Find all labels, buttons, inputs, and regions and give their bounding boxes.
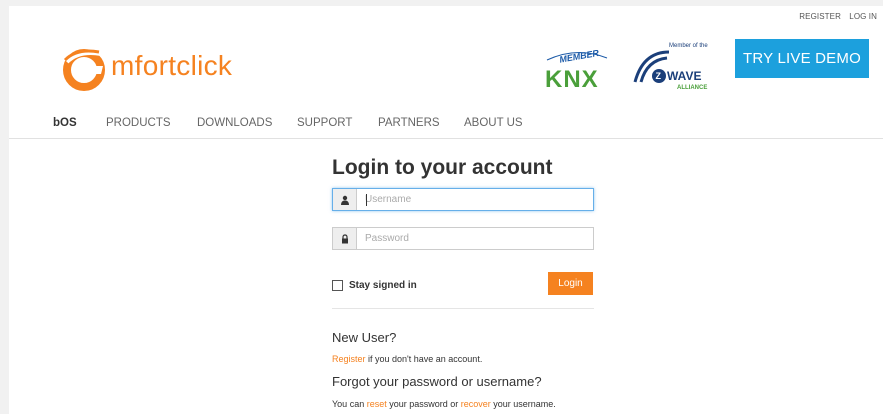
register-suffix: if you don't have an account. bbox=[365, 354, 483, 364]
nav-item-products[interactable]: PRODUCTS bbox=[106, 117, 171, 129]
svg-text:Z: Z bbox=[656, 71, 662, 81]
knx-member-badge: MEMBER KNX bbox=[545, 48, 608, 93]
logo-text: mfortclick bbox=[111, 50, 233, 81]
username-input[interactable] bbox=[357, 189, 593, 210]
page: REGISTER LOG IN mfortclick MEMBER KNX Me… bbox=[9, 6, 883, 414]
zwave-text: WAVE bbox=[667, 69, 701, 83]
recover-link[interactable]: recover bbox=[461, 399, 491, 409]
top-links: REGISTER LOG IN bbox=[793, 12, 877, 21]
nav-item-partners[interactable]: PARTNERS bbox=[378, 117, 440, 129]
stay-signed-in-checkbox[interactable] bbox=[332, 280, 343, 291]
nav-item-about-us[interactable]: ABOUT US bbox=[464, 117, 523, 129]
nav-item-downloads[interactable]: DOWNLOADS bbox=[197, 117, 272, 129]
login-button[interactable]: Login bbox=[548, 272, 593, 295]
user-icon bbox=[333, 189, 357, 210]
new-user-heading: New User? bbox=[332, 330, 397, 345]
nav-item-support[interactable]: SUPPORT bbox=[297, 117, 352, 129]
forgot-prefix: You can bbox=[332, 399, 367, 409]
forgot-suffix: your username. bbox=[490, 399, 556, 409]
stay-signed-in[interactable]: Stay signed in bbox=[332, 280, 417, 291]
forgot-heading: Forgot your password or username? bbox=[332, 374, 542, 389]
register-link[interactable]: REGISTER bbox=[799, 12, 841, 21]
try-live-demo-button[interactable]: TRY LIVE DEMO bbox=[735, 39, 869, 78]
login-panel: Login to your account Stay sig bbox=[332, 156, 594, 409]
login-title: Login to your account bbox=[332, 156, 553, 179]
forgot-middle: your password or bbox=[386, 399, 461, 409]
knx-text: KNX bbox=[545, 66, 599, 93]
login-link[interactable]: LOG IN bbox=[849, 12, 877, 21]
username-field[interactable] bbox=[332, 188, 594, 211]
register-text: Register if you don't have an account. bbox=[332, 354, 482, 364]
divider bbox=[332, 308, 594, 309]
main-nav: bOS PRODUCTS DOWNLOADS SUPPORT PARTNERS … bbox=[9, 110, 883, 139]
zwave-member-text: Member of the bbox=[669, 43, 708, 49]
register-link-inline[interactable]: Register bbox=[332, 354, 366, 364]
password-field[interactable] bbox=[332, 227, 594, 250]
stay-signed-in-label: Stay signed in bbox=[349, 280, 417, 291]
lock-icon bbox=[333, 228, 357, 249]
text-caret bbox=[366, 194, 367, 206]
logo-mark-icon bbox=[63, 49, 105, 91]
zwave-alliance-text: ALLIANCE bbox=[677, 85, 707, 91]
knx-member-text: MEMBER bbox=[559, 48, 601, 65]
password-input[interactable] bbox=[357, 228, 593, 249]
logo[interactable]: mfortclick bbox=[61, 44, 251, 94]
nav-item-bos[interactable]: bOS bbox=[53, 117, 77, 129]
reset-link[interactable]: reset bbox=[367, 399, 387, 409]
zwave-alliance-badge: Member of the Z WAVE ALLIANCE bbox=[633, 43, 708, 91]
forgot-text: You can reset your password or recover y… bbox=[332, 399, 556, 409]
